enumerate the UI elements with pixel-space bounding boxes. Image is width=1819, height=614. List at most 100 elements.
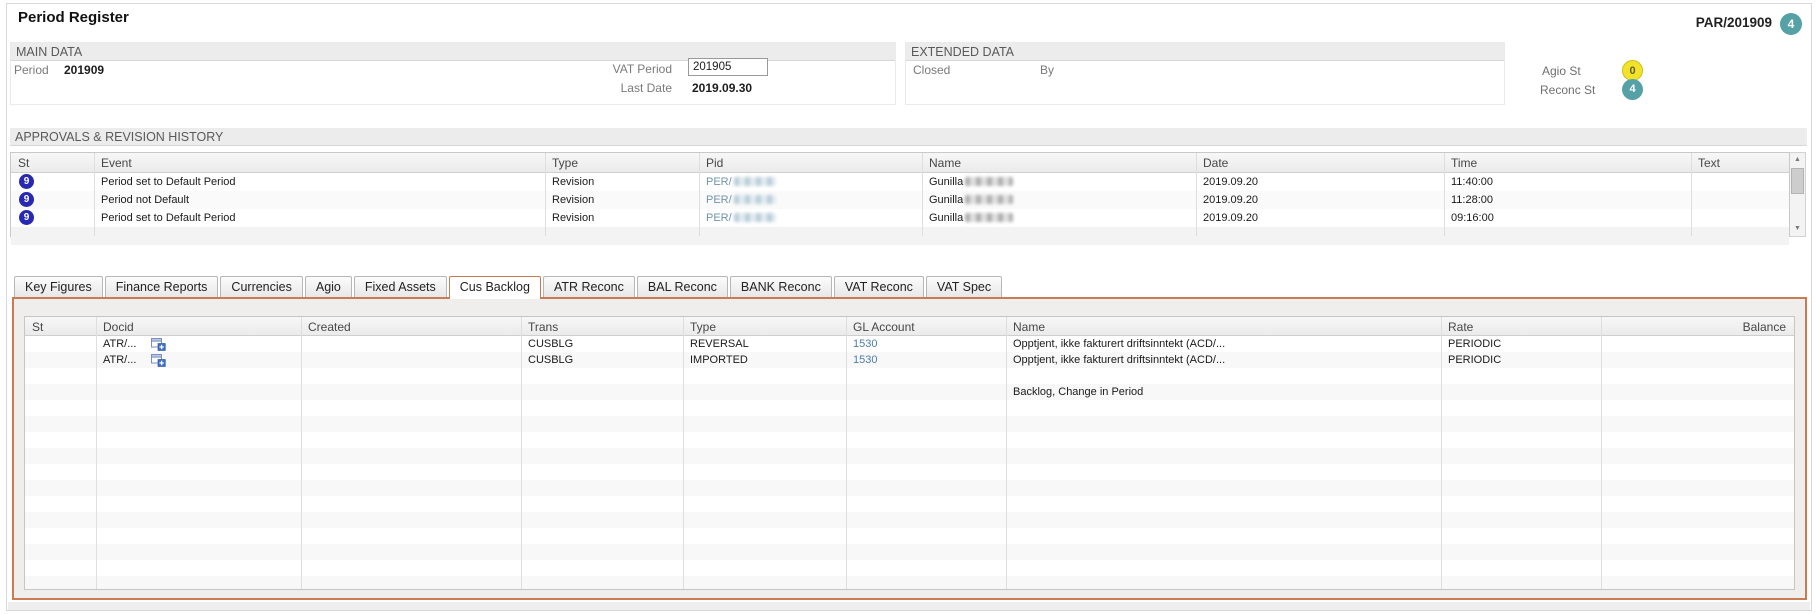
status-badge: 9: [19, 210, 34, 225]
user-name: Gunilla: [929, 212, 963, 224]
tab-vat-reconc[interactable]: VAT Reconc: [834, 276, 924, 297]
cell-date: 2019.09.20: [1203, 176, 1258, 188]
cell-time: 09:16:00: [1451, 212, 1494, 224]
cell-rate: PERIODIC: [1448, 338, 1501, 350]
tab-vat-spec[interactable]: VAT Spec: [926, 276, 1002, 297]
col-st[interactable]: St: [18, 156, 29, 170]
column-divider: [1601, 317, 1602, 589]
cell-pid[interactable]: PER/: [706, 194, 776, 206]
tab-key-figures[interactable]: Key Figures: [14, 276, 103, 297]
cell-type: Revision: [552, 176, 594, 188]
period-register-page: Period Register PAR/201909 4 MAIN DATA P…: [0, 0, 1819, 614]
cell-pid[interactable]: PER/: [706, 212, 776, 224]
column-divider: [301, 317, 302, 589]
status-badge: 9: [19, 192, 34, 207]
tab-bank-reconc[interactable]: BANK Reconc: [730, 276, 832, 297]
agio-st-badge: 0: [1622, 60, 1643, 81]
history-row[interactable]: 9 Period set to Default Period Revision …: [11, 173, 1789, 191]
col-created[interactable]: Created: [308, 320, 351, 334]
col-time[interactable]: Time: [1451, 156, 1477, 170]
scroll-up-icon[interactable]: ▲: [1790, 153, 1805, 167]
vat-period-label: VAT Period: [572, 62, 672, 76]
column-divider: [699, 153, 700, 236]
cell-time: 11:28:00: [1451, 194, 1493, 206]
column-divider: [1444, 153, 1445, 236]
col-docid[interactable]: Docid: [103, 320, 134, 334]
open-document-icon[interactable]: [151, 337, 166, 351]
pid-link[interactable]: PER/: [706, 212, 732, 224]
redacted-name: [965, 213, 1013, 222]
pid-link[interactable]: PER/: [706, 176, 732, 188]
tab-currencies[interactable]: Currencies: [220, 276, 302, 297]
tab-fixed-assets[interactable]: Fixed Assets: [354, 276, 447, 297]
pid-link[interactable]: PER/: [706, 194, 732, 206]
user-name: Gunilla: [929, 176, 963, 188]
col-rate[interactable]: Rate: [1448, 320, 1473, 334]
backlog-row[interactable]: ATR/... CUSBLG IMPORTED 1530 Opptjent, i…: [25, 352, 1794, 368]
vat-period-input[interactable]: [688, 58, 768, 76]
cell-name: Opptjent, ikke fakturert driftsinntekt (…: [1013, 354, 1225, 366]
gl-account-link[interactable]: 1530: [853, 354, 877, 366]
cus-backlog-table: St Docid Created Trans Type GL Account N…: [24, 316, 1795, 590]
cell-trans: CUSBLG: [528, 354, 573, 366]
cell-name: Opptjent, ikke fakturert driftsinntekt (…: [1013, 338, 1225, 350]
tab-agio[interactable]: Agio: [305, 276, 352, 297]
redacted-name: [965, 195, 1013, 204]
reconc-st-badge: 4: [1622, 79, 1643, 100]
redacted-pid: [734, 213, 776, 222]
col-st[interactable]: St: [32, 320, 43, 334]
record-status-badge: 4: [1780, 13, 1802, 35]
tab-bal-reconc[interactable]: BAL Reconc: [637, 276, 728, 297]
period-label: Period: [14, 63, 49, 77]
tab-finance-reports[interactable]: Finance Reports: [105, 276, 219, 297]
column-divider: [545, 153, 546, 236]
cell-name: Backlog, Change in Period: [1013, 386, 1143, 398]
history-header-row: St Event Type Pid Name Date Time Text: [11, 153, 1789, 173]
backlog-body: ATR/... CUSBLG REVERSAL 1530 Opptjent, i…: [25, 336, 1794, 589]
user-name: Gunilla: [929, 194, 963, 206]
cell-name: Gunilla: [929, 176, 1013, 188]
col-pid[interactable]: Pid: [706, 156, 723, 170]
backlog-row[interactable]: Backlog, Change in Period: [25, 384, 1794, 400]
scroll-down-icon[interactable]: ▼: [1790, 222, 1805, 236]
col-name[interactable]: Name: [1013, 320, 1045, 334]
history-row[interactable]: 9 Period not Default Revision PER/ Gunil…: [11, 191, 1789, 209]
open-document-icon[interactable]: [151, 353, 166, 367]
approvals-history-header: APPROVALS & REVISION HISTORY: [10, 128, 1807, 146]
tab-atr-reconc[interactable]: ATR Reconc: [543, 276, 635, 297]
cell-docid[interactable]: ATR/...: [103, 354, 136, 366]
cell-pid[interactable]: PER/: [706, 176, 776, 188]
redacted-name: [965, 177, 1013, 186]
scrollbar-thumb[interactable]: [1791, 168, 1804, 194]
column-divider: [1006, 317, 1007, 589]
redacted-pid: [734, 177, 776, 186]
col-gl-account[interactable]: GL Account: [853, 320, 915, 334]
col-trans[interactable]: Trans: [528, 320, 558, 334]
column-divider: [96, 317, 97, 589]
col-type[interactable]: Type: [690, 320, 716, 334]
history-scrollbar[interactable]: ▲ ▼: [1789, 152, 1806, 237]
cell-name: Gunilla: [929, 212, 1013, 224]
cell-docid[interactable]: ATR/...: [103, 338, 136, 350]
history-row-partial: [11, 227, 1789, 245]
col-name[interactable]: Name: [929, 156, 961, 170]
col-text[interactable]: Text: [1698, 156, 1720, 170]
cell-time: 11:40:00: [1451, 176, 1493, 188]
col-event[interactable]: Event: [101, 156, 132, 170]
gl-account-link[interactable]: 1530: [853, 338, 877, 350]
column-divider: [1691, 153, 1692, 236]
extended-data-header: EXTENDED DATA: [906, 43, 1504, 61]
cell-type: IMPORTED: [690, 354, 748, 366]
col-type[interactable]: Type: [552, 156, 578, 170]
cell-event: Period set to Default Period: [101, 176, 236, 188]
column-divider: [1441, 317, 1442, 589]
history-row[interactable]: 9 Period set to Default Period Revision …: [11, 209, 1789, 227]
closed-label: Closed: [913, 63, 950, 77]
col-date[interactable]: Date: [1203, 156, 1228, 170]
approvals-history-table: St Event Type Pid Name Date Time Text 9 …: [10, 152, 1790, 237]
cell-name: Gunilla: [929, 194, 1013, 206]
tab-cus-backlog[interactable]: Cus Backlog: [449, 276, 541, 299]
backlog-row[interactable]: ATR/... CUSBLG REVERSAL 1530 Opptjent, i…: [25, 336, 1794, 352]
period-value: 201909: [64, 63, 104, 77]
col-balance[interactable]: Balance: [1743, 320, 1786, 334]
